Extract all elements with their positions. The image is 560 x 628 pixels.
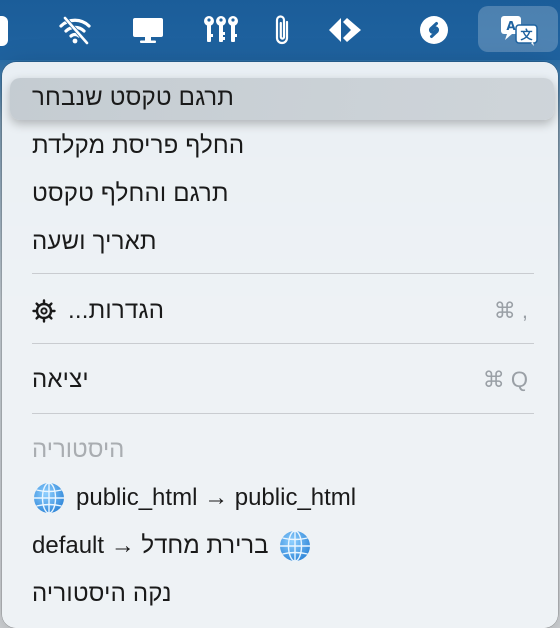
globe-icon — [32, 481, 66, 515]
menu-item-label: החלף פריסת מקלדת — [32, 132, 245, 159]
menu-item-date-time[interactable]: תאריך ושעה — [2, 218, 558, 266]
settings-shortcut: ⌘ , — [493, 298, 528, 323]
menu-item-translate-replace[interactable]: תרגם והחלף טקסט — [2, 170, 558, 218]
menu-item-quit[interactable]: יציאה ⌘ Q — [2, 356, 558, 404]
menu-item-label: תרגם והחלף טקסט — [32, 180, 229, 207]
svg-text:A: A — [506, 19, 516, 33]
translate-menu: תרגם טקסט שנבחר החלף פריסת מקלדת תרגם וה… — [2, 62, 558, 628]
diamond-arrows-icon[interactable] — [326, 10, 366, 50]
shazam-icon[interactable] — [414, 10, 454, 50]
wifi-icon[interactable] — [55, 10, 95, 50]
history-entry-text: public_html → public_html — [76, 484, 357, 511]
menu-item-translate-selected[interactable]: תרגם טקסט שנבחר — [2, 74, 558, 122]
history-entry-text: default → ברירת מחדל — [32, 532, 269, 559]
menu-divider — [32, 413, 534, 414]
menu-item-label: תרגם טקסט שנבחר — [32, 84, 235, 111]
globe-icon — [278, 529, 312, 563]
menu-bar: A 文 — [0, 0, 560, 60]
paperclip-icon[interactable] — [263, 10, 303, 50]
menu-item-label: הגדרות... — [68, 297, 165, 324]
menu-item-settings[interactable]: הגדרות... ⌘ , — [2, 287, 558, 335]
history-entry[interactable]: public_html → public_html — [32, 474, 356, 522]
gear-icon — [32, 299, 56, 323]
keys-icon[interactable] — [201, 10, 241, 50]
menu-divider — [32, 343, 534, 344]
menu-item-clear-history[interactable]: נקה היסטוריה — [2, 570, 558, 618]
menu-item-label: יציאה — [32, 366, 89, 393]
history-entry[interactable]: default → ברירת מחדל — [32, 522, 312, 570]
quit-shortcut: ⌘ Q — [482, 367, 528, 392]
translate-icon[interactable]: A 文 — [497, 10, 541, 50]
settings-label-group: הגדרות... — [32, 287, 164, 335]
menu-item-label: תאריך ושעה — [32, 228, 157, 255]
history-header: היסטוריה — [32, 436, 125, 463]
menu-item-switch-layout[interactable]: החלף פריסת מקלדת — [2, 122, 558, 170]
display-icon[interactable] — [128, 10, 168, 50]
app-stub-icon[interactable] — [0, 16, 8, 46]
svg-text:文: 文 — [520, 27, 533, 42]
menu-divider — [32, 273, 534, 274]
menu-item-label: נקה היסטוריה — [32, 580, 172, 607]
